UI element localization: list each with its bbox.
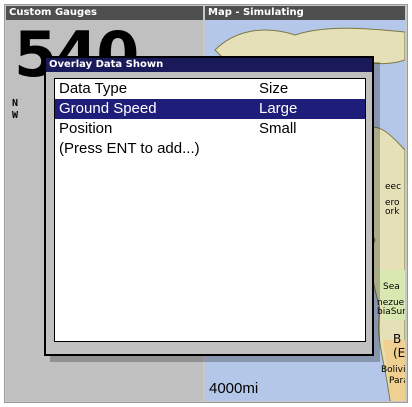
gauge-label-west: W xyxy=(12,110,19,121)
overlay-data-dialog: Overlay Data Shown Data Type Size Ground… xyxy=(44,56,374,356)
list-item-position[interactable]: Position Small xyxy=(55,119,365,139)
map-label: Para xyxy=(389,376,405,386)
list-header: Data Type Size xyxy=(55,79,365,99)
map-title: Map - Simulating xyxy=(205,6,405,20)
map-label: eec xyxy=(385,182,402,192)
map-label: biaSur xyxy=(377,307,405,317)
gauge-label-north: N xyxy=(12,98,19,109)
map-scale: 4000mi xyxy=(209,380,259,397)
overlay-data-list[interactable]: Data Type Size Ground Speed Large Positi… xyxy=(54,78,366,342)
item-data-type: Ground Speed xyxy=(59,100,157,117)
item-size: Small xyxy=(259,120,297,137)
list-item-ground-speed[interactable]: Ground Speed Large xyxy=(55,99,365,119)
dialog-title: Overlay Data Shown xyxy=(46,58,372,72)
map-label: B xyxy=(393,332,402,346)
header-data-type: Data Type xyxy=(59,80,128,97)
map-label: ork xyxy=(385,207,400,217)
header-size: Size xyxy=(259,80,289,97)
item-data-type: (Press ENT to add...) xyxy=(59,140,200,157)
map-label: Sea xyxy=(383,282,400,292)
list-item-add-hint[interactable]: (Press ENT to add...) xyxy=(55,139,365,159)
map-label: (E xyxy=(393,346,405,360)
dialog-body: Overlay Data Shown Data Type Size Ground… xyxy=(46,58,372,354)
item-data-type: Position xyxy=(59,120,113,137)
item-size: Large xyxy=(259,100,298,117)
map-label: Bolivia xyxy=(381,365,405,375)
